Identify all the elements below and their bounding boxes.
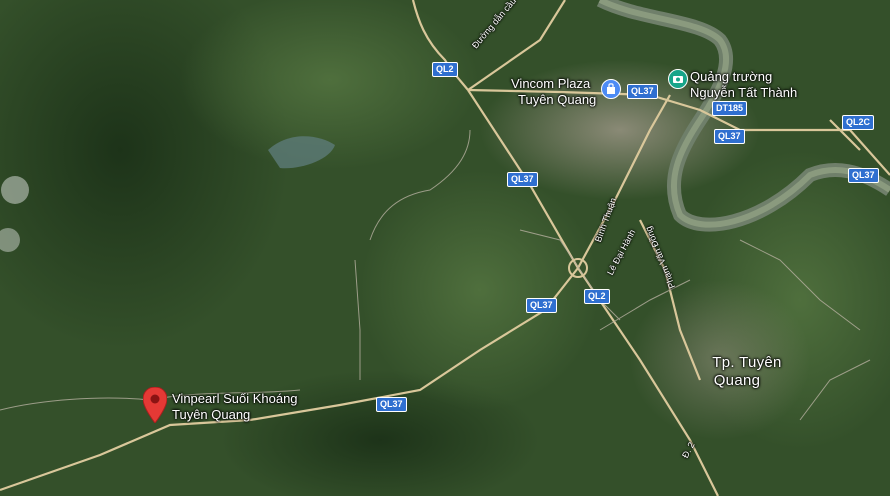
shield-ql37-far-east: QL37: [848, 168, 879, 183]
fields-center: [360, 170, 600, 410]
shield-ql2c: QL2C: [842, 115, 875, 130]
shopping-bag-glyph: [607, 83, 615, 94]
shield-ql37-west: QL37: [376, 397, 407, 412]
shield-ql37-interchange: QL37: [526, 298, 557, 313]
city-label-line2[interactable]: Quang: [697, 372, 777, 389]
cloud-patch-1: [1, 176, 29, 204]
shopping-bag-icon[interactable]: [601, 79, 621, 99]
camera-icon[interactable]: [668, 69, 688, 89]
city-label-line1[interactable]: Tp. Tuyên: [697, 354, 797, 371]
shield-ql37-east: QL37: [714, 129, 745, 144]
shield-ql37-vincom: QL37: [627, 84, 658, 99]
shield-ql2-north: QL2: [432, 62, 458, 77]
shield-ql2-south: QL2: [584, 289, 610, 304]
camera-glyph: [673, 76, 683, 83]
vinpearl-label-line1[interactable]: Vinpearl Suối Khoáng: [172, 391, 298, 406]
square-label-line2[interactable]: Nguyễn Tất Thành: [690, 85, 797, 100]
vincom-plaza-label-line1[interactable]: Vincom Plaza: [511, 76, 590, 91]
red-location-pin-icon[interactable]: [143, 387, 167, 423]
vincom-plaza-label-line2[interactable]: Tuyên Quang: [518, 92, 596, 107]
square-label-line1[interactable]: Quảng trường: [690, 69, 772, 84]
shield-ql37-center: QL37: [507, 172, 538, 187]
vinpearl-label-line2[interactable]: Tuyên Quang: [172, 407, 250, 422]
shield-dt185: DT185: [712, 101, 748, 116]
